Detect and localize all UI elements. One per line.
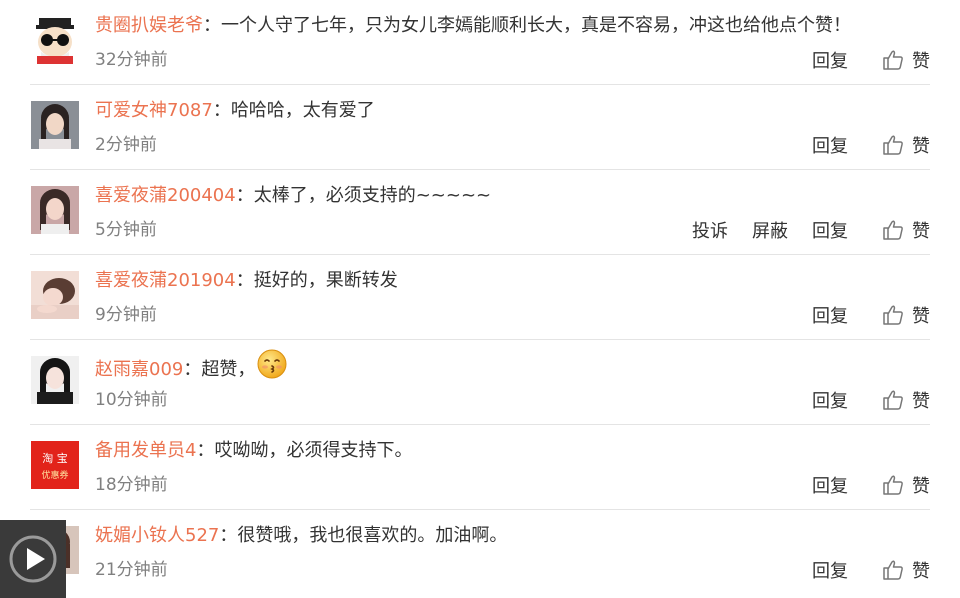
thumbs-up-icon	[883, 135, 903, 155]
like-button[interactable]: 赞	[882, 472, 930, 498]
reply-button[interactable]: 回复	[812, 132, 848, 158]
comment-actions: 回复 赞	[788, 387, 930, 413]
username[interactable]: 赵雨嘉009	[95, 359, 183, 380]
username[interactable]: 备用发单员4	[95, 440, 196, 461]
comment-text: 一个人守了七年，只为女儿李嫣能顺利长大，真是不容易，冲这也给他点个赞！	[221, 15, 851, 36]
avatar-text: 淘 宝	[42, 451, 68, 465]
comment-text: 哈哈哈，太有爱了	[230, 100, 375, 121]
username[interactable]: 贵圈扒娱老爷	[95, 15, 203, 36]
username[interactable]: 可爱女神7087	[95, 100, 213, 121]
block-button[interactable]: 屏蔽	[752, 217, 788, 243]
comment-list: 贵圈扒娱老爷：一个人守了七年，只为女儿李嫣能顺利长大，真是不容易，冲这也给他点个…	[0, 0, 960, 598]
like-button[interactable]: 赞	[882, 387, 930, 413]
avatar[interactable]	[31, 356, 79, 404]
play-icon	[9, 535, 57, 583]
reply-button[interactable]: 回复	[812, 472, 848, 498]
timestamp: 9分钟前	[95, 305, 157, 325]
avatar-text: 优惠券	[41, 469, 68, 481]
comment-text: 太棒了，必须支持的~~~~~	[253, 185, 492, 206]
comment-actions: 回复 赞	[788, 47, 930, 73]
like-button[interactable]: 赞	[882, 217, 930, 243]
reply-button[interactable]: 回复	[812, 302, 848, 328]
avatar[interactable]	[31, 271, 79, 319]
thumbs-up-icon	[883, 50, 903, 70]
timestamp: 2分钟前	[95, 135, 157, 155]
like-button[interactable]: 赞	[882, 557, 930, 583]
username[interactable]: 妩媚小钕人527	[95, 525, 219, 546]
comment-actions: 回复 赞	[788, 472, 930, 498]
comment-text: 挺好的，果断转发	[253, 270, 398, 291]
like-button[interactable]: 赞	[882, 302, 930, 328]
complain-button[interactable]: 投诉	[692, 217, 728, 243]
comment-item: 赵雨嘉009：超赞， 10分钟前 回复 赞	[0, 340, 960, 425]
like-label: 赞	[912, 391, 930, 412]
username[interactable]: 喜爱夜蒲201904	[95, 270, 236, 291]
reply-button[interactable]: 回复	[812, 387, 848, 413]
comment-item: 喜爱夜蒲201904：挺好的，果断转发 9分钟前 回复 赞	[0, 255, 960, 340]
comment-item: 贵圈扒娱老爷：一个人守了七年，只为女儿李嫣能顺利长大，真是不容易，冲这也给他点个…	[0, 0, 960, 85]
thumbs-up-icon	[883, 220, 903, 240]
like-label: 赞	[912, 306, 930, 327]
comment-text: 哎呦呦，必须得支持下。	[214, 440, 413, 461]
thumbs-up-icon	[883, 475, 903, 495]
comment-actions: 回复 赞	[788, 132, 930, 158]
comment-text: 超赞，	[201, 359, 256, 380]
timestamp: 18分钟前	[95, 475, 168, 495]
like-label: 赞	[912, 136, 930, 157]
comment-item: 可爱女神7087：哈哈哈，太有爱了 2分钟前 回复 赞	[0, 85, 960, 170]
reply-button[interactable]: 回复	[812, 217, 848, 243]
comment-item: 妩媚小钕人527：很赞哦，我也很喜欢的。加油啊。 21分钟前 回复 赞	[0, 510, 960, 598]
thumbs-up-icon	[883, 305, 903, 325]
avatar[interactable]	[31, 16, 79, 64]
video-play-button[interactable]	[0, 520, 66, 598]
timestamp: 21分钟前	[95, 560, 168, 580]
comment-text: 很赞哦，我也很喜欢的。加油啊。	[237, 525, 508, 546]
like-label: 赞	[912, 476, 930, 497]
timestamp: 5分钟前	[95, 220, 157, 240]
avatar[interactable]	[31, 186, 79, 234]
timestamp: 32分钟前	[95, 50, 168, 70]
thumbs-up-icon	[883, 390, 903, 410]
comment-actions: 回复 赞	[788, 557, 930, 583]
comment-actions: 回复 赞	[788, 302, 930, 328]
like-label: 赞	[912, 561, 930, 582]
like-label: 赞	[912, 51, 930, 72]
reply-button[interactable]: 回复	[812, 557, 848, 583]
username[interactable]: 喜爱夜蒲200404	[95, 185, 236, 206]
reply-button[interactable]: 回复	[812, 47, 848, 73]
avatar[interactable]: 淘 宝 优惠券	[31, 441, 79, 489]
like-button[interactable]: 赞	[882, 47, 930, 73]
avatar[interactable]	[31, 101, 79, 149]
comment-item: 淘 宝 优惠券 备用发单员4：哎呦呦，必须得支持下。 18分钟前 回复 赞	[0, 425, 960, 510]
like-label: 赞	[912, 221, 930, 242]
comment-item: 喜爱夜蒲200404：太棒了，必须支持的~~~~~ 5分钟前 投诉 屏蔽 回复 …	[0, 170, 960, 255]
like-button[interactable]: 赞	[882, 132, 930, 158]
comment-actions: 投诉 屏蔽 回复 赞	[668, 217, 930, 243]
timestamp: 10分钟前	[95, 390, 168, 410]
kiss-emoji	[257, 349, 287, 387]
thumbs-up-icon	[883, 560, 903, 580]
